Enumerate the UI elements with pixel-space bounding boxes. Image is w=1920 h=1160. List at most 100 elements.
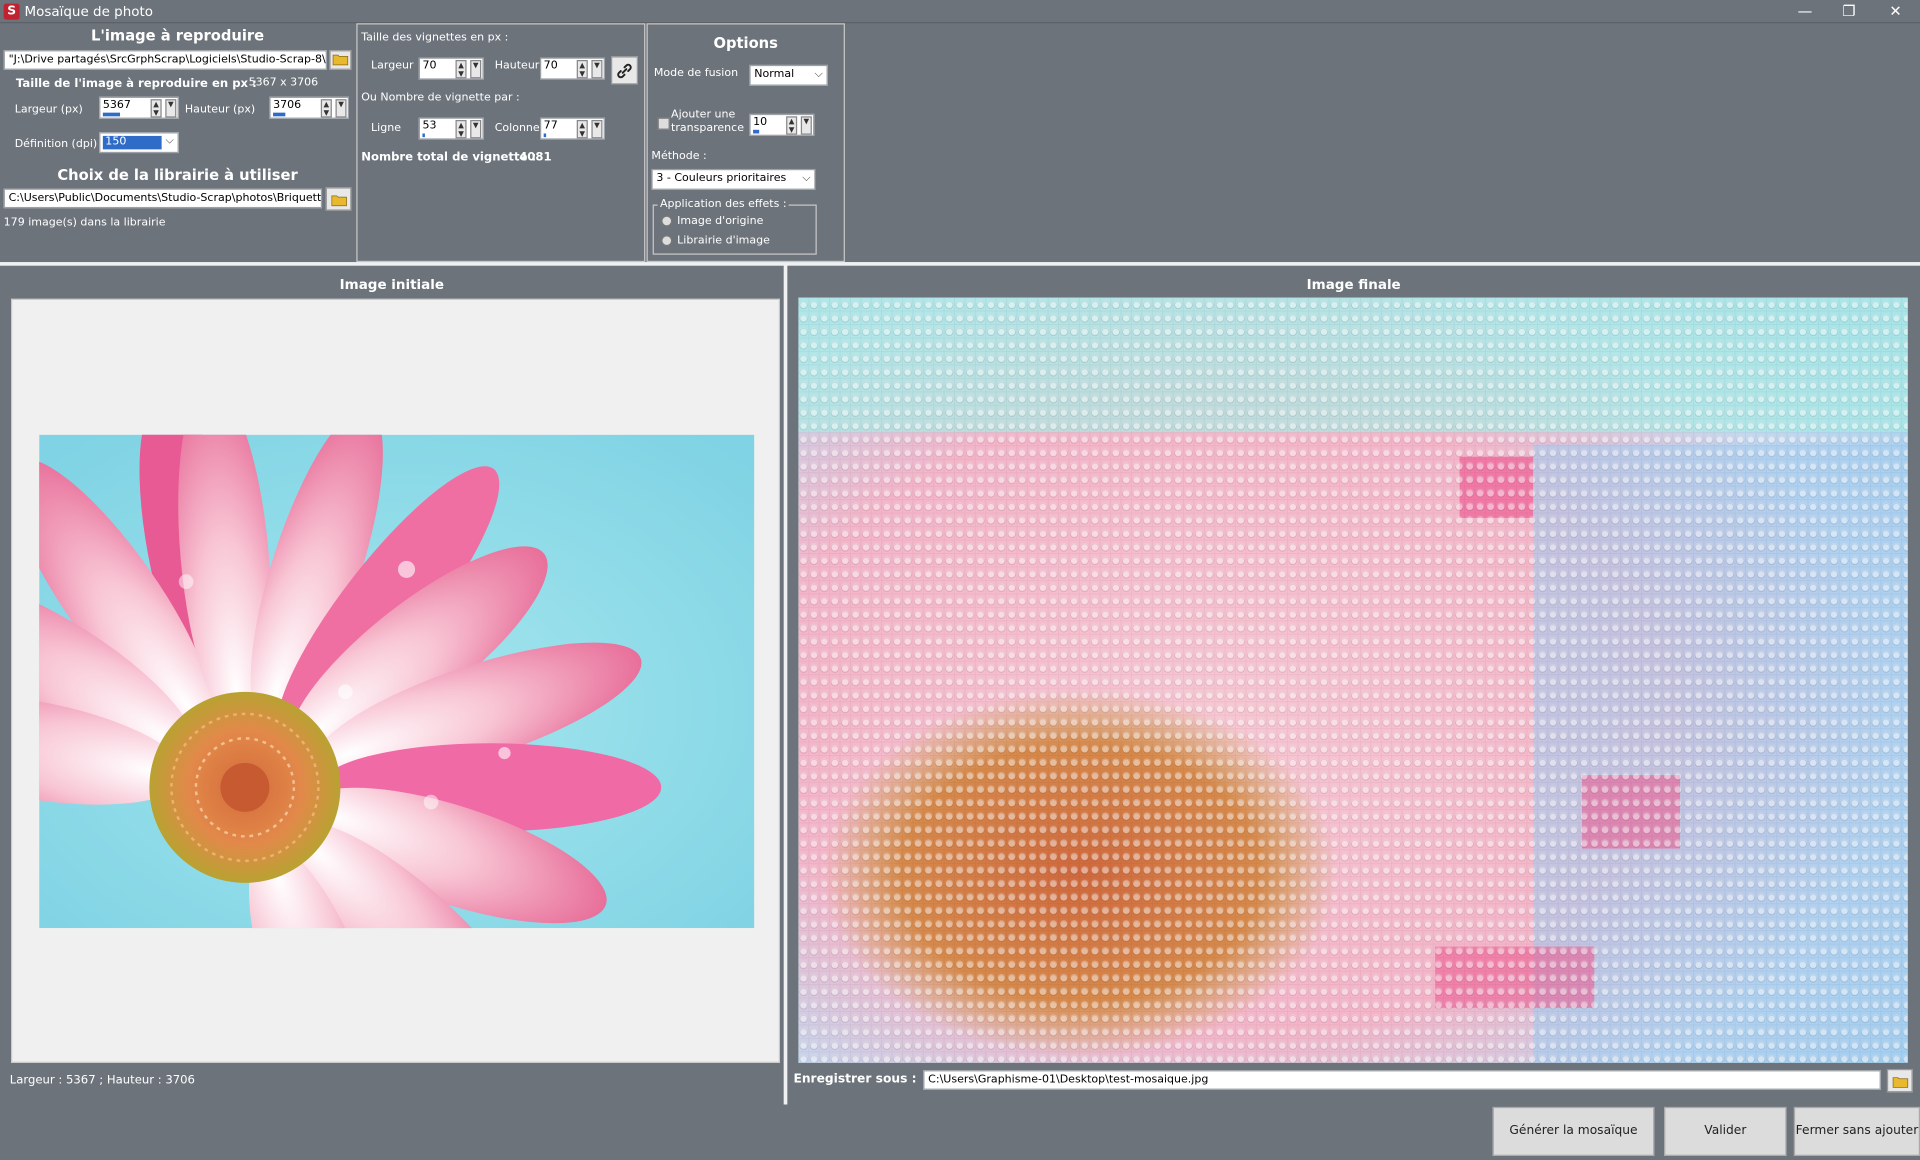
spin-updown-icon[interactable]: ▲ ▼ xyxy=(455,60,467,79)
spin-updown-icon[interactable]: ▲ ▼ xyxy=(150,99,162,118)
transparency-value: 10 xyxy=(753,116,768,129)
options-header: Options xyxy=(713,34,778,52)
effect-library-label: Librairie d'image xyxy=(677,235,770,248)
library-path-input[interactable]: C:\Users\Public\Documents\Studio-Scrap\p… xyxy=(3,188,323,209)
minimize-button[interactable]: — xyxy=(1783,0,1827,23)
initial-image-canvas xyxy=(11,298,781,1063)
link-ratio-button[interactable] xyxy=(611,56,638,85)
tile-width-label: Largeur xyxy=(371,60,414,73)
chevron-down-icon: ⌵ xyxy=(802,172,811,185)
transparency-indicator xyxy=(753,129,760,134)
flower-photo xyxy=(39,434,755,929)
transparency-label-line1: Ajouter une xyxy=(671,108,736,122)
dropdown-icon[interactable]: ▼ xyxy=(470,120,482,139)
browse-save-button[interactable] xyxy=(1886,1068,1913,1093)
tile-height-value: 70 xyxy=(543,60,558,73)
initial-image-dims: Largeur : 5367 ; Hauteur : 3706 xyxy=(9,1073,195,1088)
mosaic-preview xyxy=(798,297,1908,1063)
close-without-adding-button[interactable]: Fermer sans ajouter xyxy=(1793,1106,1920,1156)
height-stepper[interactable]: 3706 ▲ ▼ ▼ xyxy=(269,96,349,119)
method-value: 3 - Couleurs prioritaires xyxy=(656,172,787,185)
dropdown-icon[interactable]: ▼ xyxy=(335,99,347,118)
title-bar: S Mosaïque de photo — ❐ ✕ xyxy=(0,0,1920,24)
blend-mode-value: Normal xyxy=(754,68,795,81)
horizontal-divider xyxy=(0,262,1920,266)
window-title: Mosaïque de photo xyxy=(24,3,154,20)
effects-group-label: Application des effets : xyxy=(657,198,789,211)
vertical-divider xyxy=(783,264,788,1105)
width-label: Largeur (px) xyxy=(14,104,83,117)
row-value: 53 xyxy=(422,120,437,133)
library-header: Choix de la librairie à utiliser xyxy=(57,166,298,184)
chevron-down-icon: ⌵ xyxy=(814,68,823,81)
tile-width-stepper[interactable]: 70 ▲ ▼ ▼ xyxy=(418,57,484,80)
save-as-label: Enregistrer sous : xyxy=(793,1072,917,1087)
method-label: Méthode : xyxy=(651,150,707,163)
dpi-label: Définition (dpi) xyxy=(14,138,98,151)
tile-height-label: Hauteur xyxy=(494,60,540,73)
width-value: 5367 xyxy=(102,99,131,112)
app-icon: S xyxy=(3,3,20,20)
blend-mode-label: Mode de fusion xyxy=(653,67,739,80)
effect-original-label: Image d'origine xyxy=(677,215,764,228)
effect-library-radio[interactable] xyxy=(661,235,673,247)
row-stepper[interactable]: 53 ▲ ▼ ▼ xyxy=(418,117,484,140)
tile-size-label: Taille des vignettes en px : xyxy=(361,31,509,45)
chevron-down-icon: ⌵ xyxy=(165,134,174,147)
transparency-checkbox[interactable] xyxy=(657,117,670,130)
column-stepper[interactable]: 77 ▲ ▼ ▼ xyxy=(540,117,605,140)
spin-updown-icon[interactable]: ▲ ▼ xyxy=(320,99,332,118)
generate-mosaic-button[interactable]: Générer la mosaïque xyxy=(1492,1106,1655,1156)
source-path-input[interactable]: "J:\Drive partagés\SrcGrphScrap\Logiciel… xyxy=(3,50,327,70)
effect-original-radio[interactable] xyxy=(661,215,673,227)
save-path-input[interactable]: C:\Users\Graphisme-01\Desktop\test-mosai… xyxy=(923,1070,1881,1090)
dropdown-icon[interactable]: ▼ xyxy=(591,60,603,79)
tile-height-stepper[interactable]: 70 ▲ ▼ ▼ xyxy=(540,57,605,80)
width-stepper[interactable]: 5367 ▲ ▼ ▼ xyxy=(99,96,179,119)
size-value: 5367 x 3706 xyxy=(248,77,319,90)
library-count: 179 image(s) dans la librairie xyxy=(3,216,166,229)
size-label: Taille de l'image à reproduire en px : xyxy=(15,77,257,91)
dpi-select[interactable]: 150 ⌵ xyxy=(99,132,179,154)
dropdown-icon[interactable]: ▼ xyxy=(165,99,177,118)
column-value: 77 xyxy=(543,120,558,133)
final-image-header: Image finale xyxy=(1306,276,1401,293)
browse-source-button[interactable] xyxy=(329,50,352,70)
spin-updown-icon[interactable]: ▲ ▼ xyxy=(576,120,588,139)
restore-button[interactable]: ❐ xyxy=(1827,0,1871,23)
folder-icon xyxy=(1892,1077,1908,1088)
total-value: 4081 xyxy=(519,150,552,165)
initial-image-header: Image initiale xyxy=(339,276,444,293)
validate-button[interactable]: Valider xyxy=(1664,1106,1787,1156)
final-image-canvas xyxy=(798,297,1908,1063)
dropdown-icon[interactable]: ▼ xyxy=(800,116,812,135)
folder-icon xyxy=(330,195,347,207)
tile-width-value: 70 xyxy=(422,60,437,73)
dropdown-icon[interactable]: ▼ xyxy=(470,60,482,79)
spin-updown-icon[interactable]: ▲ ▼ xyxy=(576,60,588,79)
method-select[interactable]: 3 - Couleurs prioritaires ⌵ xyxy=(651,168,816,190)
close-window-button[interactable]: ✕ xyxy=(1873,0,1917,23)
column-indicator xyxy=(543,133,547,138)
row-label: Ligne xyxy=(371,122,401,135)
spin-updown-icon[interactable]: ▲ ▼ xyxy=(455,120,467,139)
transparency-label-line2: transparence xyxy=(671,122,745,135)
browse-library-button[interactable] xyxy=(325,187,352,211)
transparency-stepper[interactable]: 10 ▲ ▼ ▼ xyxy=(749,113,815,136)
column-label: Colonne xyxy=(494,122,540,135)
total-label: Nombre total de vignette : xyxy=(361,150,537,165)
chain-link-icon xyxy=(617,63,632,79)
transparency-label: Ajouter une transparence xyxy=(671,109,744,136)
blend-mode-select[interactable]: Normal ⌵ xyxy=(749,64,828,86)
dropdown-icon[interactable]: ▼ xyxy=(591,120,603,139)
height-label: Hauteur (px) xyxy=(184,104,256,117)
source-header: L'image à reproduire xyxy=(91,26,265,45)
height-indicator xyxy=(273,112,286,117)
spin-updown-icon[interactable]: ▲ ▼ xyxy=(786,116,798,135)
width-indicator xyxy=(102,112,121,117)
height-value: 3706 xyxy=(273,99,302,112)
dpi-value: 150 xyxy=(102,135,162,150)
tile-count-label: Ou Nombre de vignette par : xyxy=(361,91,520,105)
folder-icon xyxy=(332,54,349,66)
row-indicator xyxy=(422,133,425,138)
